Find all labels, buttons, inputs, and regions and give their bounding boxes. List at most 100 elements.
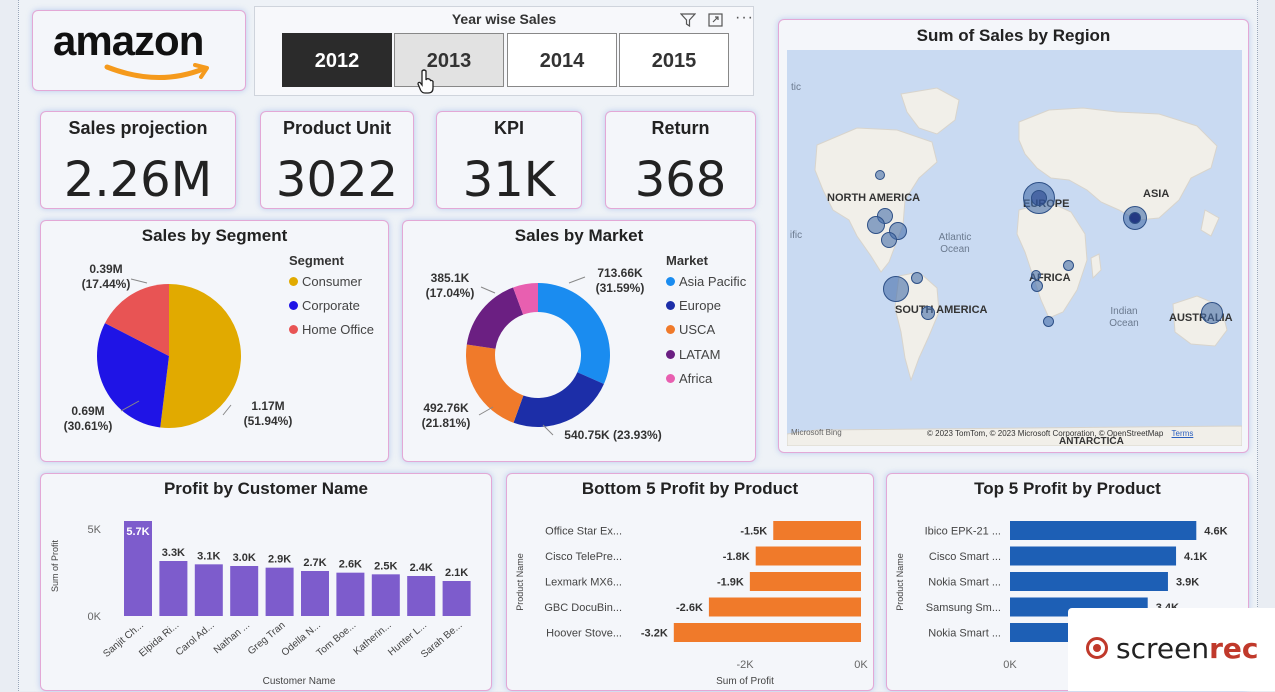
kpi-card-return: Return 368: [605, 111, 756, 209]
bar-value-label: -1.9K: [717, 577, 744, 589]
hand-cursor-icon: [417, 69, 434, 94]
bar[interactable]: [1010, 572, 1168, 591]
filter-icon[interactable]: [680, 13, 696, 27]
bar-value-label: 2.5K: [374, 560, 397, 572]
bar[interactable]: [230, 566, 259, 616]
chart-title: Sum of Sales by Region: [916, 26, 1111, 45]
bubble-mexico[interactable]: [883, 276, 909, 302]
y-axis-label: Sum of Profit: [50, 539, 60, 592]
bar-value-label: 4.1K: [1184, 551, 1207, 563]
bar[interactable]: [371, 574, 400, 616]
y-tick-0k: 0K: [88, 611, 102, 623]
bar[interactable]: [773, 521, 861, 540]
kpi-card-kpi: KPI 31K: [436, 111, 582, 209]
logo-card: amazon: [32, 10, 246, 91]
y-tick-label: Hoover Stove...: [546, 628, 622, 640]
bubble-usa-west[interactable]: [867, 216, 885, 234]
bar[interactable]: [336, 572, 365, 616]
bottom5-profit-chart: Office Star Ex... -1.5K Cisco TelePre... -1…: [515, 521, 868, 687]
kpi-title: Return: [651, 118, 710, 138]
ocean-label-atlantic: Atlantic Ocean: [938, 232, 972, 255]
x-tick-label: Tom Boe...: [315, 620, 359, 659]
bar-value-label: -1.8K: [723, 551, 750, 563]
profit-by-customer-card: Profit by Customer Name 5K 0K Sum of Profi…: [40, 473, 492, 691]
bar[interactable]: [159, 561, 188, 616]
bottom5-profit-card: Bottom 5 Profit by Product Office Star E…: [506, 473, 874, 691]
bubble-canada[interactable]: [875, 170, 885, 180]
kpi-value: 3022: [275, 152, 399, 208]
bar[interactable]: [194, 564, 223, 616]
kpi-value: 31K: [462, 152, 556, 208]
bubble-africa-south[interactable]: [1043, 316, 1054, 327]
bubble-europe-inner: [1031, 190, 1047, 206]
x-tick-label: 0K: [1003, 659, 1017, 671]
y-tick-label: GBC DocuBin...: [544, 602, 622, 614]
year-slicer: Year wise Sales ··· 2012 2013 2014 2015: [254, 6, 754, 96]
bing-logo: Microsoft Bing: [791, 428, 842, 437]
kpi-card-sales-projection: Sales projection 2.26M: [40, 111, 236, 209]
continents: [787, 87, 1242, 446]
kpi-card-product-unit: Product Unit 3022: [260, 111, 414, 209]
year-button-2015[interactable]: 2015: [619, 33, 729, 87]
sales-by-segment-card: Sales by Segment Segment Consumer Corpor…: [40, 220, 389, 462]
profit-by-customer-chart: 5K0KSum of ProfitCustomer Name5.7KSanjit…: [50, 521, 471, 687]
map-label-north-america: NORTH AMERICA: [827, 192, 921, 204]
bar-value-label: 2.1K: [445, 567, 468, 579]
bar[interactable]: [442, 581, 471, 616]
bar[interactable]: [673, 623, 861, 642]
bar-value-label: 2.7K: [303, 557, 326, 569]
y-tick-label: Cisco TelePre...: [545, 551, 622, 563]
x-axis-label: Customer Name: [263, 676, 336, 687]
map-attribution: © 2023 TomTom, © 2023 Microsoft Corporat…: [927, 429, 1194, 438]
y-tick-label: Ibico EPK-21 ...: [925, 526, 1001, 538]
bar-value-label: -1.5K: [740, 526, 767, 538]
bar-value-label: 3.0K: [233, 552, 256, 564]
y-axis-label: Product Name: [515, 553, 525, 611]
slicer-title: Year wise Sales: [451, 11, 557, 27]
sales-by-market-card: Sales by Market Market Asia Pacific Euro…: [402, 220, 756, 462]
bar[interactable]: [1010, 546, 1177, 566]
bar[interactable]: [708, 597, 861, 617]
label-leaders: [478, 276, 586, 436]
bubble-africa-north[interactable]: [1031, 270, 1041, 280]
bubble-usa-south[interactable]: [881, 232, 897, 248]
amazon-smile-icon: [104, 63, 209, 81]
amazon-logo: amazon: [53, 17, 204, 64]
terms-link[interactable]: Terms: [1172, 429, 1194, 438]
more-options-icon[interactable]: ···: [735, 9, 754, 27]
bar-value-label: 2.9K: [268, 554, 291, 566]
bubble-caribbean[interactable]: [911, 272, 923, 284]
bar-value-label: 5.7K: [126, 526, 149, 538]
bar[interactable]: [407, 576, 436, 616]
kpi-value: 2.26M: [63, 152, 213, 208]
kpi-title: Product Unit: [283, 118, 391, 138]
bar[interactable]: [755, 546, 861, 566]
year-button-2013[interactable]: 2013: [394, 33, 504, 87]
world-map[interactable]: NORTH AMERICA EUROPE ASIA AFRICA SOUTH A…: [787, 50, 1242, 446]
x-tick-label: Nathan ...: [212, 620, 252, 656]
year-button-2014[interactable]: 2014: [507, 33, 617, 87]
bar-value-label: 3.9K: [1176, 577, 1199, 589]
year-button-2012[interactable]: 2012: [282, 33, 392, 87]
bubble-australia[interactable]: [1201, 302, 1223, 324]
bar[interactable]: [749, 572, 861, 591]
bar[interactable]: [301, 571, 329, 616]
bubble-africa-east[interactable]: [1063, 260, 1074, 271]
bar[interactable]: [1010, 521, 1197, 540]
y-tick-5k: 5K: [88, 524, 102, 536]
record-icon: [1086, 637, 1108, 659]
ocean-label-pacific-left: tic: [791, 82, 801, 93]
bubble-africa-west[interactable]: [1031, 280, 1043, 292]
bubble-brazil[interactable]: [921, 306, 935, 320]
y-tick-label: Lexmark MX6...: [545, 577, 622, 589]
bar[interactable]: [265, 567, 294, 616]
kpi-title: KPI: [493, 118, 524, 138]
watermark-text: screenrec: [1116, 632, 1259, 665]
x-axis-label: Sum of Profit: [716, 676, 774, 687]
y-tick-label: Samsung Sm...: [926, 602, 1001, 614]
bar-value-label: 4.6K: [1204, 526, 1227, 538]
focus-mode-icon[interactable]: [708, 13, 723, 27]
bar-value-label: 2.6K: [339, 559, 362, 571]
kpi-value: 368: [634, 152, 727, 208]
y-axis-label: Product Name: [895, 553, 905, 611]
